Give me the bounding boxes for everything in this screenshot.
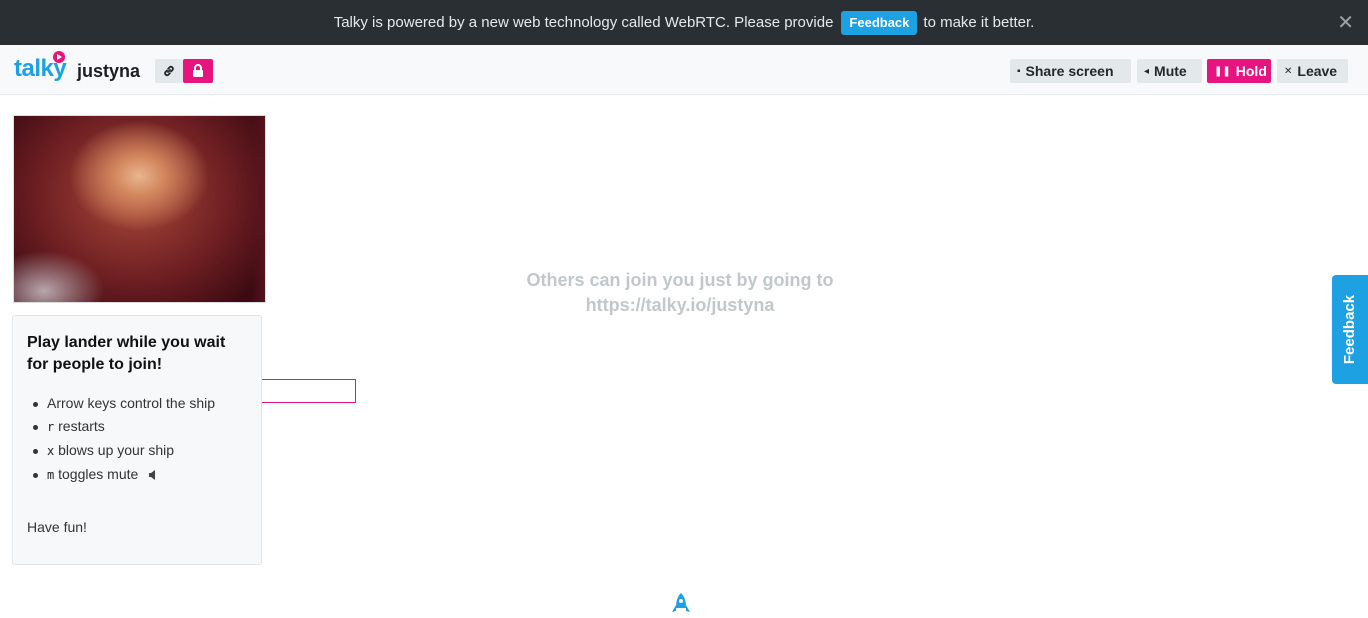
list-item: m toggles mute: [27, 463, 247, 487]
list-item: x blows up your ship: [27, 439, 247, 463]
landing-pad: [262, 379, 356, 403]
video-edge: [251, 116, 265, 302]
pause-icon: ❚❚: [1214, 65, 1231, 77]
instruction-text: Arrow keys control the ship: [47, 395, 216, 411]
mute-button[interactable]: ◂ Mute: [1137, 59, 1202, 83]
screen-icon: ▪: [1017, 65, 1021, 77]
link-icon: [164, 65, 174, 77]
game-instructions: Arrow keys control the ship r restarts x…: [27, 392, 247, 487]
banner-feedback-button[interactable]: Feedback: [841, 10, 918, 35]
game-outro: Have fun!: [27, 519, 87, 535]
hold-label: Hold: [1235, 63, 1267, 79]
list-item: r restarts: [27, 415, 247, 439]
speaker-icon: [149, 470, 156, 480]
speaker-icon: ◂: [1144, 65, 1150, 77]
leave-button[interactable]: ✕ Leave: [1277, 59, 1348, 83]
instruction-text: blows up your ship: [58, 442, 175, 458]
banner-suffix: to make it better.: [923, 14, 1035, 31]
lock-room-button[interactable]: [183, 59, 213, 83]
close-icon: ✕: [1284, 65, 1293, 77]
instruction-text: restarts: [58, 418, 105, 434]
room-name: justyna: [77, 61, 141, 81]
game-title: Play lander while you wait for people to…: [27, 334, 226, 373]
banner-message: Talky is powered by a new web technology…: [333, 14, 834, 31]
leave-label: Leave: [1297, 63, 1338, 79]
side-feedback-tab[interactable]: Feedback: [1332, 275, 1368, 384]
play-icon: [53, 51, 65, 63]
room-header: talky justyna ▪ Share screen ◂ Mute ❚❚ H…: [0, 45, 1368, 95]
key-code: x: [47, 444, 55, 458]
list-item: Arrow keys control the ship: [27, 392, 247, 415]
key-code: r: [47, 420, 55, 434]
join-url: https://talky.io/justyna: [585, 295, 775, 315]
join-hint-line: Others can join you just by going to: [526, 270, 834, 290]
lock-icon: [193, 64, 203, 77]
copy-link-button[interactable]: [155, 59, 183, 83]
talky-logo[interactable]: talky: [14, 51, 67, 83]
close-icon[interactable]: ✕: [1337, 10, 1354, 35]
key-code: m: [47, 468, 55, 482]
local-video-preview: [13, 115, 266, 303]
notification-banner: Talky is powered by a new web technology…: [0, 0, 1368, 45]
share-screen-label: Share screen: [1025, 63, 1114, 79]
share-screen-button[interactable]: ▪ Share screen: [1010, 59, 1131, 83]
hold-button[interactable]: ❚❚ Hold: [1207, 59, 1271, 83]
mute-label: Mute: [1154, 63, 1187, 79]
rocket-icon: [672, 593, 690, 612]
join-hint: Others can join you just by going to htt…: [480, 268, 880, 318]
side-feedback-label: Feedback: [1341, 294, 1359, 365]
instruction-text: toggles mute: [58, 466, 139, 482]
lander-game-card: Play lander while you wait for people to…: [12, 315, 262, 565]
